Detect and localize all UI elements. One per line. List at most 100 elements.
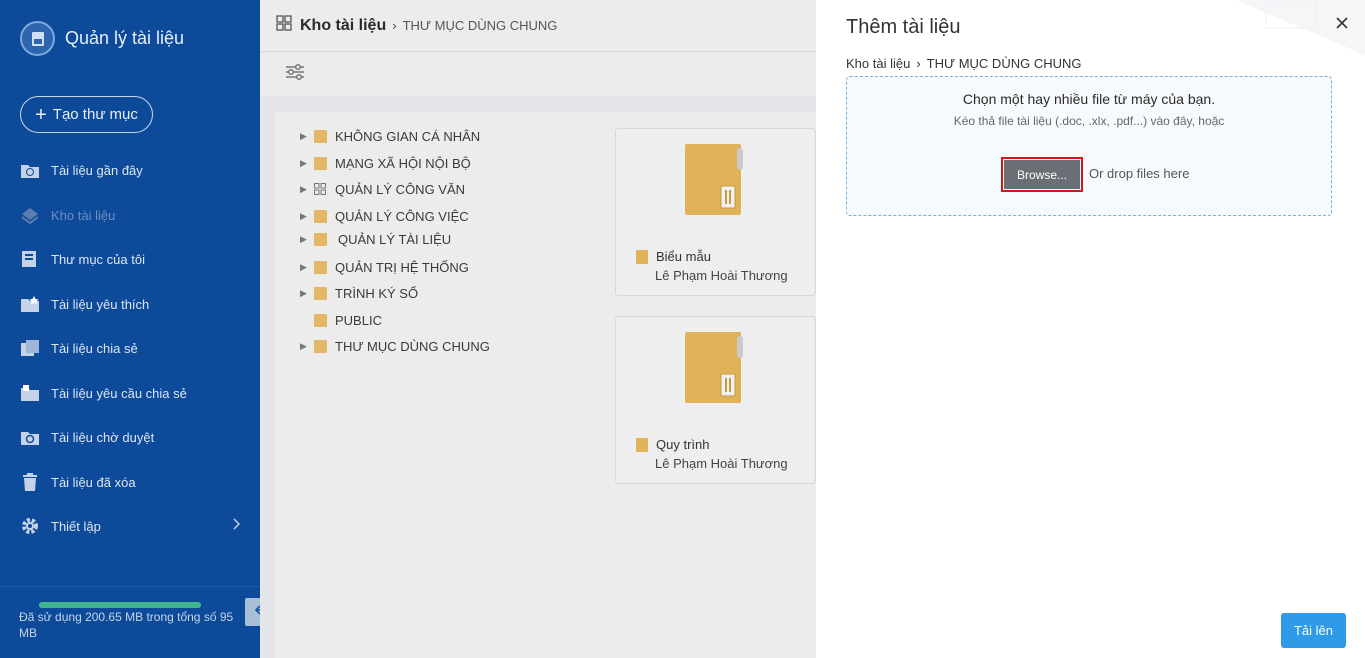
folder-icon [636,437,648,452]
sidebar-item-label: Tài liệu yêu thích [51,296,150,312]
create-folder-label: Tạo thư mục [52,106,138,123]
tree-item[interactable]: ▶ KHÔNG GIAN CÁ NHÂN [300,126,480,146]
recent-folder-icon [20,160,40,180]
sidebar-item-label: Kho tài liệu [51,207,116,223]
content-panel: ▶ KHÔNG GIAN CÁ NHÂN ▶ MẠNG XÃ HỘI NỘI BỘ … [275,112,816,658]
app-title: Quản lý tài liệu [65,28,185,48]
tree-item[interactable]: ▶ QUẢN TRỊ HỆ THỐNG [300,257,469,277]
caret-right-icon: ▶ [300,210,307,221]
create-folder-button[interactable]: + Tạo thư mục [20,96,153,133]
browse-button[interactable]: Browse... [1004,160,1080,189]
tree-item-label: QUẢN LÝ CÔNG VIỆC [335,208,469,224]
caret-right-icon: ▶ [300,233,307,244]
filter-settings-icon[interactable] [284,63,306,86]
sidebar-item-settings[interactable]: Thiết lập [20,511,245,541]
main-area: Kho tài liệu › THƯ MỤC DÙNG CHUNG ▶ KHÔNG… [260,0,816,658]
breadcrumb-root[interactable]: Kho tài liệu [846,56,910,71]
tree-item-label: MẠNG XÃ HỘI NỘI BỘ [335,155,471,171]
tree-item[interactable]: ▶ THƯ MỤC DÙNG CHUNG [300,336,490,356]
trash-icon [20,472,40,492]
storage-usage-bar [39,602,201,608]
folder-icon [314,129,327,143]
storage-usage-fill [39,602,201,608]
app-logo[interactable]: Quản lý tài liệu [20,21,184,56]
request-share-icon [20,383,40,403]
folder-icon [314,339,327,353]
pending-folder-icon [20,427,40,447]
folder-card[interactable]: Quy trình Lê Phạm Hoài Thương [615,316,816,484]
sidebar: Quản lý tài liệu + Tạo thư mục Tài liệu … [0,0,260,658]
card-title: Biểu mẫu [656,249,711,264]
tree-item-label: QUẢN LÝ TÀI LIỆU [338,231,452,247]
plus-icon: + [35,103,47,126]
favorite-folder-icon [20,294,40,314]
tree-item[interactable]: ▶ TRÌNH KÝ SỐ [300,283,418,303]
document-folder-icon [685,332,743,403]
close-icon[interactable] [1333,14,1351,32]
tree-item[interactable]: ▶ MẠNG XÃ HỘI NỘI BỘ [300,153,471,173]
breadcrumb-current: THƯ MỤC DÙNG CHUNG [926,56,1082,71]
dropzone-subtitle: Kéo thả file tài liệu (.doc, .xlx, .pdf.… [953,114,1225,128]
sidebar-item-favorite[interactable]: Tài liệu yêu thích [20,289,245,319]
folder-icon [314,232,327,246]
folder-icon [314,260,327,274]
panel-breadcrumb: Kho tài liệu › THƯ MỤC DÙNG CHUNG [846,56,1082,71]
caret-right-icon: ▶ [300,261,307,272]
tree-item-label: QUẢN TRỊ HỆ THỐNG [335,259,469,275]
breadcrumb-current: THƯ MỤC DÙNG CHUNG [402,18,558,33]
sidebar-item-recent[interactable]: Tài liệu gần đây [20,155,245,185]
sidebar-item-my-folder[interactable]: Thư mục của tôi [20,244,245,274]
sidebar-item-storage[interactable]: Kho tài liệu [20,200,245,230]
toolbar [260,53,816,96]
tree-item-label: QUẢN LÝ CÔNG VĂN [335,181,466,197]
chevron-right-icon: › [916,56,921,71]
chevron-right-icon: › [392,18,397,33]
sidebar-item-label: Thiết lập [51,518,101,534]
tree-item-label: THƯ MỤC DÙNG CHUNG [335,338,490,354]
card-title: Quy trình [656,437,710,452]
upload-button[interactable]: Tải lên [1281,613,1346,648]
card-owner: Lê Phạm Hoài Thương [655,456,788,471]
sidebar-item-label: Tài liệu chia sẻ [51,340,138,356]
breadcrumb: Kho tài liệu › THƯ MỤC DÙNG CHUNG [260,0,816,52]
tree-item-label: TRÌNH KÝ SỐ [335,285,419,301]
add-document-panel: Thêm tài liệu Kho tài liệu › THƯ MỤC DÙN… [816,0,1365,658]
tree-item[interactable]: ▶ QUẢN LÝ CÔNG VIỆC [300,206,469,226]
gear-icon [20,516,40,536]
tree-item[interactable]: PUBLIC [300,310,382,330]
caret-right-icon: ▶ [300,130,307,141]
folder-icon [314,209,327,223]
tree-item[interactable]: ▶ QUẢN LÝ CÔNG VĂN [300,179,465,199]
sidebar-item-label: Tài liệu gần đây [51,162,143,178]
browse-highlight: Browse... [1001,157,1083,192]
caret-right-icon: ▶ [300,287,307,298]
logo-icon [20,21,55,56]
card-owner: Lê Phạm Hoài Thương [655,268,788,283]
sidebar-item-label: Tài liệu chờ duyệt [51,429,155,445]
storage-icon [20,205,40,225]
folder-icon [636,249,648,264]
shared-folder-icon [20,338,40,358]
caret-right-icon: ▶ [300,157,307,168]
sidebar-item-label: Tài liệu đã xóa [51,474,136,490]
grid-icon [276,15,292,36]
sidebar-item-request-share[interactable]: Tài liệu yêu cầu chia sẻ [20,378,245,408]
sidebar-item-label: Tài liệu yêu cầu chia sẻ [51,385,187,401]
breadcrumb-root[interactable]: Kho tài liệu [300,17,386,35]
sidebar-item-deleted[interactable]: Tài liệu đã xóa [20,467,245,497]
folder-card[interactable]: Biểu mẫu Lê Phạm Hoài Thương [615,128,816,296]
decorative-background [1236,0,1365,55]
folder-icon [314,313,327,327]
storage-usage-text: Đã sử dụng 200.65 MB trong tổng số 95 MB [19,610,234,640]
folder-icon [314,156,327,170]
dropzone-title: Chọn một hay nhiều file từ máy của bạn. [962,91,1216,107]
caret-right-icon: ▶ [300,340,307,351]
drop-hint: Or drop files here [1089,166,1190,181]
sidebar-item-shared[interactable]: Tài liệu chia sẻ [20,333,245,363]
sidebar-item-pending[interactable]: Tài liệu chờ duyệt [20,422,245,452]
sidebar-item-label: Thư mục của tôi [51,251,145,267]
tree-item[interactable]: ▶ QUẢN LÝ TÀI LIỆU [300,229,451,249]
tree-item-label: KHÔNG GIAN CÁ NHÂN [335,128,481,144]
file-dropzone[interactable]: Chọn một hay nhiều file từ máy của bạn. … [846,76,1332,216]
folder-icon [314,286,327,300]
